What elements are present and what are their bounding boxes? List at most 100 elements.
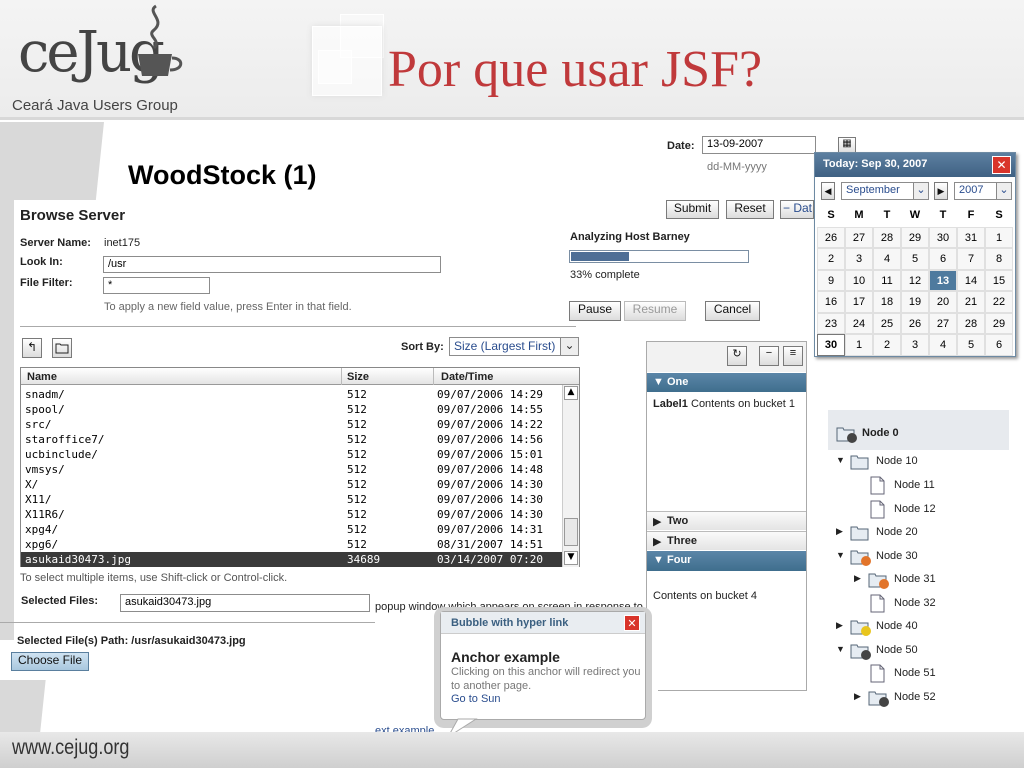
new-folder-button[interactable]	[52, 338, 72, 358]
table-row[interactable]: spool/512 09/07/2006 14:55	[21, 402, 562, 417]
calendar-day[interactable]: 5	[901, 248, 929, 270]
expanded-icon[interactable]: ▼	[836, 455, 845, 465]
tree-node-label[interactable]: Node 40	[876, 620, 918, 632]
tree-node-label[interactable]: Node 51	[894, 667, 936, 679]
calendar-day[interactable]: 1	[985, 226, 1013, 248]
table-row[interactable]: ucbinclude/512 09/07/2006 15:01	[21, 447, 562, 462]
scrollbar[interactable]: ▲ ▼	[562, 385, 579, 567]
pause-button[interactable]: Pause	[569, 301, 621, 321]
calendar-day[interactable]: 30	[817, 334, 845, 356]
table-row[interactable]: xpg4/512 09/07/2006 14:31	[21, 522, 562, 537]
accordion-section-two[interactable]: ▶ Two	[647, 511, 806, 530]
table-row[interactable]: X11R6/512 09/07/2006 14:30	[21, 507, 562, 522]
calendar-day[interactable]: 18	[873, 291, 901, 313]
collapsed-icon[interactable]: ▶	[854, 573, 861, 584]
expanded-icon[interactable]: ▼	[836, 550, 845, 560]
prev-month-icon[interactable]: ◀	[821, 182, 835, 200]
calendar-day[interactable]: 13	[929, 269, 957, 291]
close-icon[interactable]: ✕	[624, 615, 640, 631]
table-row[interactable]: X/512 09/07/2006 14:30	[21, 477, 562, 492]
calendar-day[interactable]: 26	[817, 226, 845, 248]
calendar-day[interactable]: 30	[929, 226, 957, 248]
tree-node-label[interactable]: Node 32	[894, 597, 936, 609]
submit-button[interactable]: Submit	[666, 200, 719, 219]
date-input[interactable]: 13-09-2007	[702, 136, 816, 154]
tree-node-label[interactable]: Node 50	[876, 644, 918, 656]
table-row[interactable]: vmsys/512 09/07/2006 14:48	[21, 462, 562, 477]
tree-node-label[interactable]: Node 30	[876, 550, 918, 562]
calendar-day[interactable]: 14	[957, 269, 985, 291]
calendar-day[interactable]: 23	[817, 312, 845, 334]
calendar-day[interactable]: 8	[985, 248, 1013, 270]
selected-files-input[interactable]: asukaid30473.jpg	[120, 594, 370, 612]
calendar-day[interactable]: 24	[845, 312, 873, 334]
tree-node-label[interactable]: Node 20	[876, 526, 918, 538]
tree-node-label[interactable]: Node 0	[862, 427, 899, 439]
next-month-icon[interactable]: ▶	[934, 182, 948, 200]
table-row[interactable]: src/512 09/07/2006 14:22	[21, 417, 562, 432]
calendar-day[interactable]: 21	[957, 291, 985, 313]
calendar-day[interactable]: 17	[845, 291, 873, 313]
calendar-day[interactable]: 4	[873, 248, 901, 270]
calendar-day[interactable]: 26	[901, 312, 929, 334]
expanded-icon[interactable]: ▼	[836, 644, 845, 654]
column-header-size[interactable]: Size	[347, 371, 369, 383]
accordion-section-one[interactable]: ▼ One	[647, 373, 806, 392]
calendar-day[interactable]: 6	[929, 248, 957, 270]
table-row[interactable]: staroffice7/512 09/07/2006 14:56	[21, 432, 562, 447]
calendar-day[interactable]: 25	[873, 312, 901, 334]
resume-button[interactable]: Resume	[624, 301, 686, 321]
calendar-day[interactable]: 3	[845, 248, 873, 270]
calendar-day[interactable]: 15	[985, 269, 1013, 291]
tree-node-label[interactable]: Node 31	[894, 573, 936, 585]
calendar-day[interactable]: 7	[957, 248, 985, 270]
table-row[interactable]: snadm/512 09/07/2006 14:29	[21, 387, 562, 402]
calendar-day[interactable]: 1	[845, 334, 873, 356]
calendar-day[interactable]: 11	[873, 269, 901, 291]
table-row[interactable]: X11/512 09/07/2006 14:30	[21, 492, 562, 507]
accordion-section-four[interactable]: ▼ Four	[647, 551, 806, 571]
collapsed-icon[interactable]: ▶	[854, 691, 861, 702]
table-row[interactable]: asukaid30473.jpg 34689 03/14/2007 07:20	[21, 552, 562, 567]
column-header-name[interactable]: Name	[27, 371, 57, 383]
scroll-up-icon[interactable]: ▲	[564, 386, 578, 400]
column-header-date[interactable]: Date/Time	[441, 371, 493, 383]
calendar-day[interactable]: 9	[817, 269, 845, 291]
sort-by-select[interactable]: Size (Largest First) ⌄	[449, 337, 579, 356]
refresh-icon[interactable]: ↻	[727, 346, 747, 366]
calendar-day[interactable]: 12	[901, 269, 929, 291]
calendar-day[interactable]: 4	[929, 334, 957, 356]
calendar-day[interactable]: 2	[817, 248, 845, 270]
calendar-day[interactable]: 22	[985, 291, 1013, 313]
calendar-day[interactable]: 29	[985, 312, 1013, 334]
up-folder-button[interactable]: ↰	[22, 338, 42, 358]
collapsed-icon[interactable]: ▶	[836, 620, 843, 631]
scroll-down-icon[interactable]: ▼	[564, 551, 578, 565]
calendar-day[interactable]: 5	[957, 334, 985, 356]
tree-node-label[interactable]: Node 10	[876, 455, 918, 467]
tree-node-label[interactable]: Node 12	[894, 503, 936, 515]
cancel-button[interactable]: Cancel	[705, 301, 760, 321]
calendar-day[interactable]: 16	[817, 291, 845, 313]
close-icon[interactable]: ✕	[992, 156, 1011, 174]
calendar-day[interactable]: 31	[957, 226, 985, 248]
calendar-day[interactable]: 2	[873, 334, 901, 356]
calendar-day[interactable]: 3	[901, 334, 929, 356]
choose-file-button[interactable]: Choose File	[11, 652, 89, 671]
calendar-day[interactable]: 19	[901, 291, 929, 313]
collapse-icon[interactable]: −	[759, 346, 779, 366]
calendar-day[interactable]: 28	[873, 226, 901, 248]
table-row[interactable]: xpg6/512 08/31/2007 14:51	[21, 537, 562, 552]
year-select[interactable]: 2007 ⌄	[954, 182, 1012, 200]
file-filter-input[interactable]: *	[103, 277, 210, 294]
reset-button[interactable]: Reset	[726, 200, 774, 219]
go-to-sun-link[interactable]: Go to Sun	[451, 693, 501, 705]
calendar-day[interactable]: 6	[985, 334, 1013, 356]
calendar-day[interactable]: 27	[845, 226, 873, 248]
calendar-day[interactable]: 27	[929, 312, 957, 334]
tree-node-label[interactable]: Node 11	[894, 479, 935, 491]
month-select[interactable]: September ⌄	[841, 182, 929, 200]
date-toggle-button[interactable]: − Dat	[780, 200, 814, 219]
calendar-day[interactable]: 10	[845, 269, 873, 291]
calendar-day[interactable]: 29	[901, 226, 929, 248]
